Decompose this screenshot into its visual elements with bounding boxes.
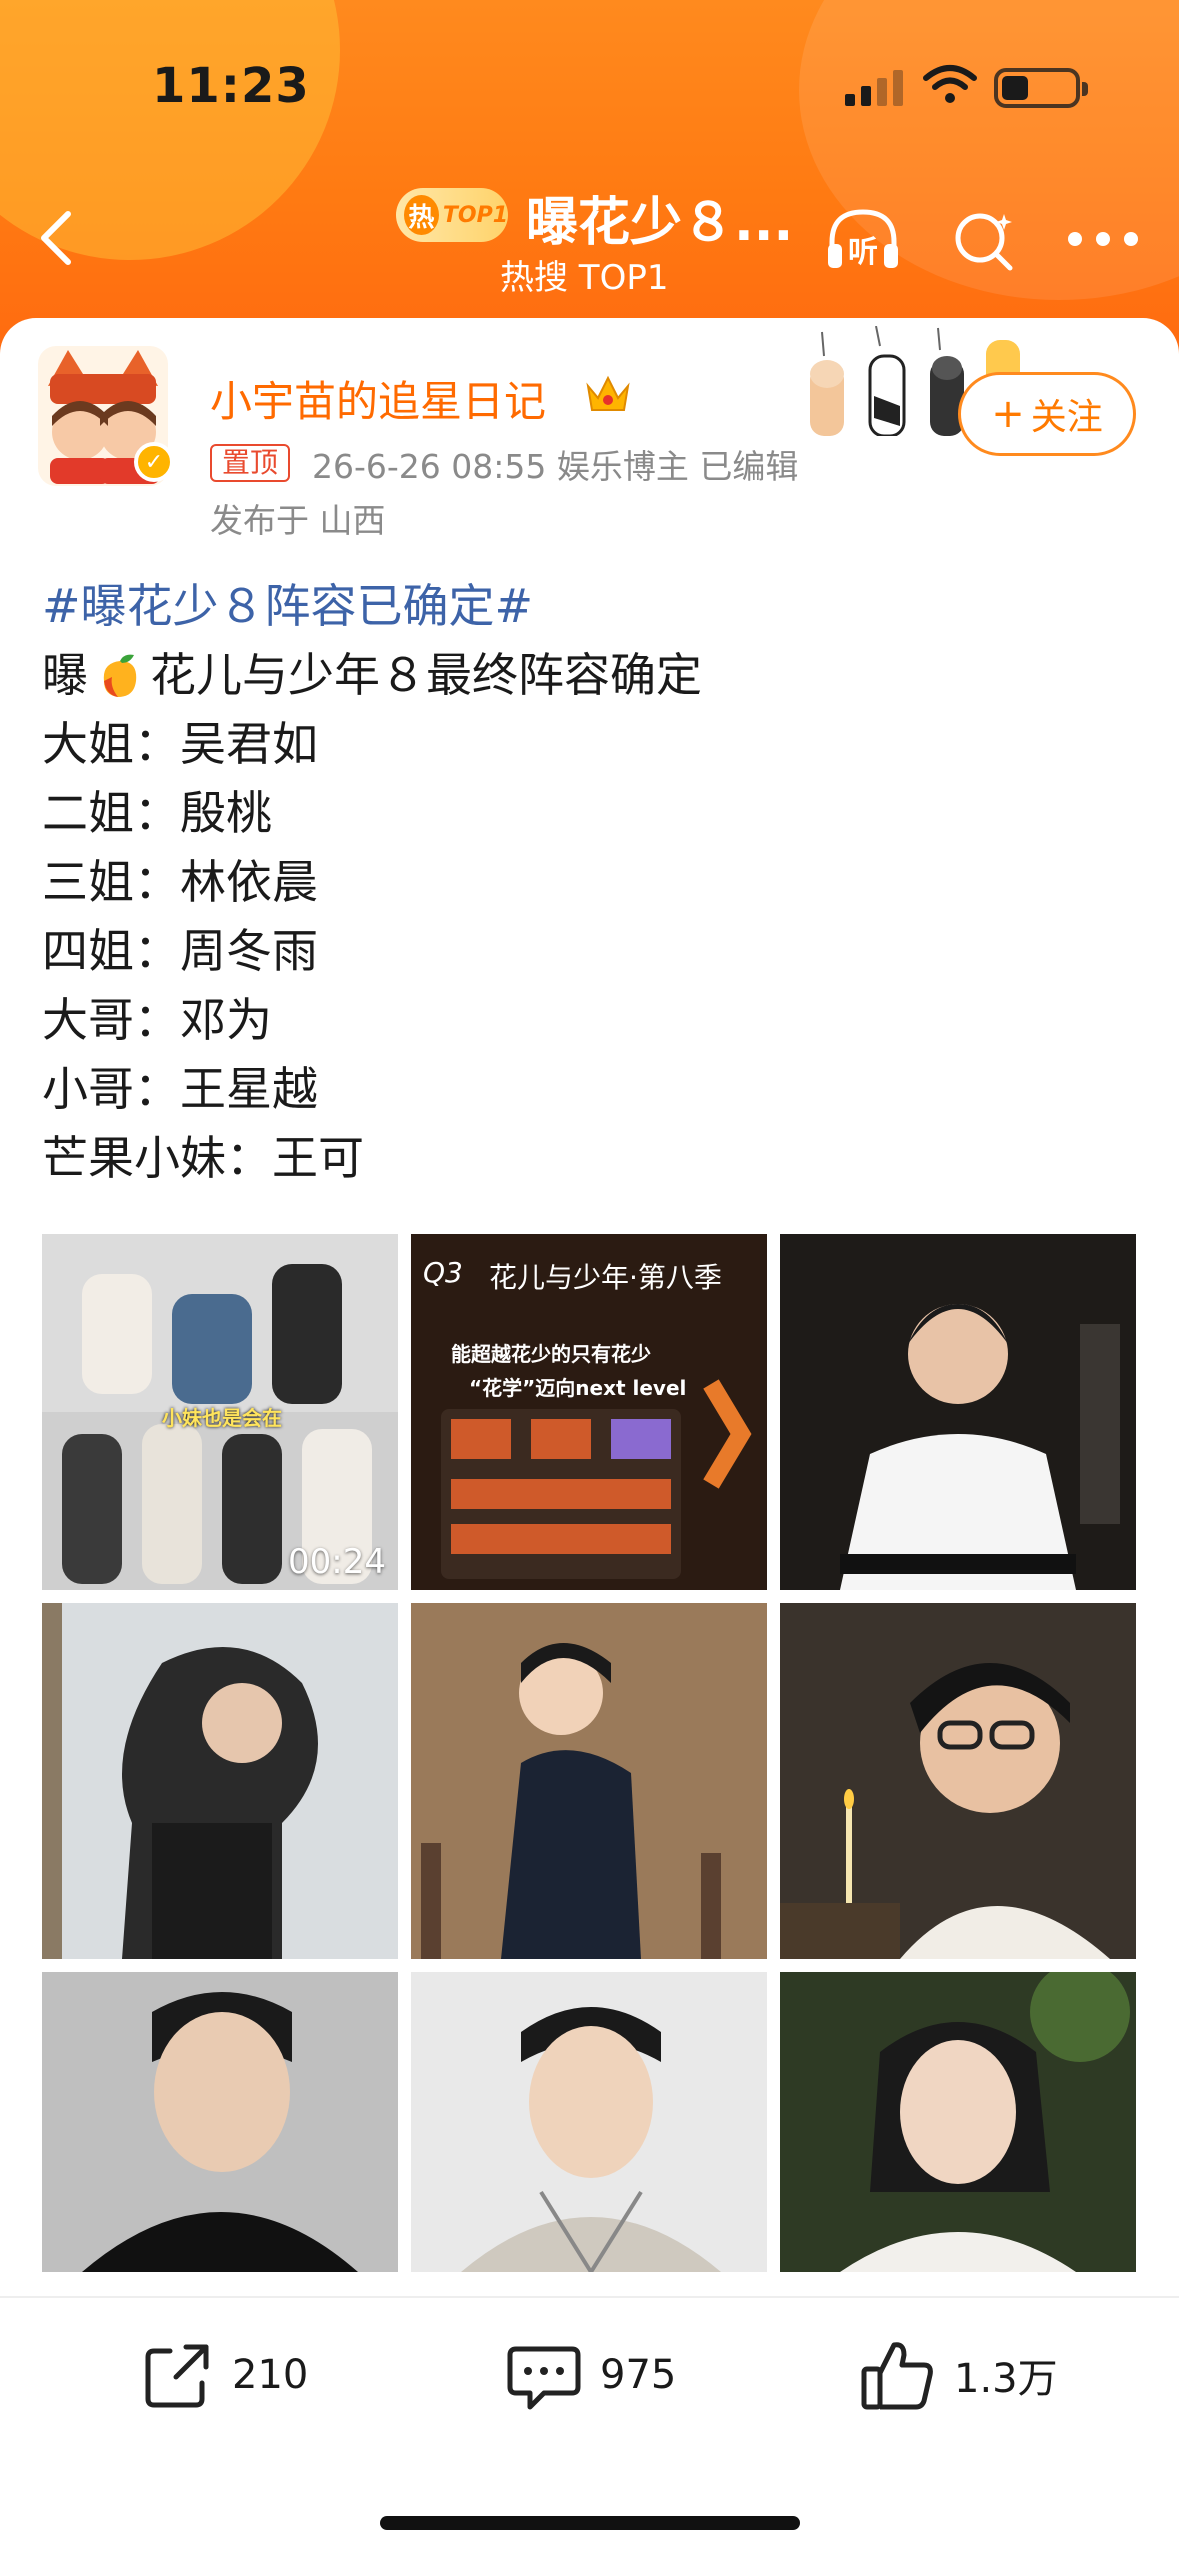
follow-label: 关注	[1030, 397, 1103, 438]
photo-thumbnail[interactable]	[780, 1972, 1136, 2272]
promo-image[interactable]: Q3 花儿与少年·第八季 能超越花少的只有花少 “花学”迈向next level	[411, 1234, 767, 1590]
comment-button[interactable]: 975	[504, 2330, 676, 2420]
author-name[interactable]: 小宇苗的追星日记	[210, 368, 546, 429]
listen-button[interactable]: 听	[822, 204, 904, 276]
post-line: 大姐：吴君如	[42, 717, 318, 771]
signal-icon	[845, 68, 905, 106]
topic-link[interactable]: #曝花少８阵容已确定#	[42, 572, 533, 641]
video-duration: 00:24	[288, 1542, 386, 1582]
hot-badge: 热 TOP1	[396, 188, 508, 242]
promo-q3: Q3	[423, 1256, 463, 1289]
photo-thumbnail[interactable]	[42, 1603, 398, 1959]
verified-badge-icon: ✓	[134, 442, 174, 482]
home-indicator[interactable]	[380, 2516, 800, 2530]
search-button[interactable]	[950, 206, 1020, 276]
follow-button[interactable]: + 关注	[958, 372, 1136, 456]
wifi-icon	[923, 65, 977, 103]
photo-thumbnail[interactable]	[411, 1603, 767, 1959]
photo-thumbnail[interactable]	[411, 1972, 767, 2272]
share-count: 210	[232, 2352, 309, 2398]
share-button[interactable]: 210	[140, 2330, 308, 2420]
pinned-badge: 置顶	[210, 444, 291, 482]
page-subtitle: 热搜 TOP1	[500, 258, 669, 298]
post-location: 发布于 山西	[210, 501, 386, 540]
share-icon	[145, 2344, 209, 2408]
photo-thumbnail[interactable]	[780, 1234, 1136, 1590]
comment-count: 975	[600, 2352, 677, 2398]
video-caption: 小妹也是会在	[162, 1406, 282, 1430]
hot-badge-label: TOP1	[442, 202, 508, 228]
mango-emoji-icon	[103, 654, 137, 697]
thumbs-up-icon	[861, 2342, 933, 2410]
more-button[interactable]	[1068, 224, 1138, 254]
post-line: 四姐：周冬雨	[42, 924, 318, 978]
photo-thumbnail[interactable]	[780, 1603, 1136, 1959]
crown-icon	[586, 375, 630, 411]
plus-icon: +	[991, 391, 1025, 437]
photo-thumbnail[interactable]	[42, 1972, 398, 2272]
post-meta: 26-6-26 08:55 娱乐博主 已编辑	[312, 447, 799, 486]
comment-icon	[507, 2346, 581, 2410]
header: 11:23 热 TOP1 曝花少８... 热搜 TOP1 听	[0, 0, 1179, 360]
hot-icon: 热	[404, 195, 439, 235]
post-line: 大哥：邓为	[42, 993, 272, 1047]
like-button[interactable]: 1.3万	[858, 2330, 1058, 2420]
promo-line-2: “花学”迈向next level	[469, 1376, 687, 1400]
listen-label: 听	[848, 235, 878, 270]
battery-icon	[994, 68, 1088, 108]
avatar[interactable]: ✓	[38, 346, 174, 486]
post-line: 二姐：殷桃	[42, 786, 272, 840]
post-line: 小哥：王星越	[42, 1062, 318, 1116]
like-count: 1.3万	[954, 2356, 1058, 2402]
status-time: 11:23	[152, 58, 310, 114]
back-button[interactable]	[28, 200, 88, 276]
post-line: 芒果小妹：王可	[42, 1131, 364, 1185]
video-thumbnail[interactable]: 小妹也是会在 00:24	[42, 1234, 398, 1590]
post-line: 曝	[42, 648, 88, 702]
post-line: 花儿与少年８最终阵容确定	[150, 648, 702, 702]
page-title[interactable]: 曝花少８...	[526, 180, 793, 255]
post-line: 三姐：林依晨	[42, 855, 318, 909]
post-body: #曝花少８阵容已确定# 曝 花儿与少年８最终阵容确定 大姐：吴君如 二姐：殷桃 …	[42, 572, 1142, 1193]
promo-line-1: 能超越花少的只有花少	[451, 1342, 651, 1366]
promo-title: 花儿与少年·第八季	[489, 1261, 722, 1294]
